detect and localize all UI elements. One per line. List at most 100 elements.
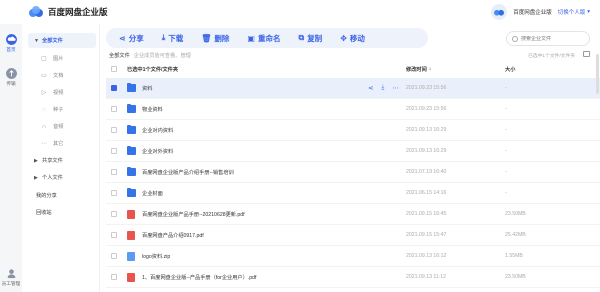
file-time: 2021.09.15 16:45 (406, 211, 447, 217)
sidebar-item-shared-files[interactable]: ▶ 共享文件 (28, 153, 96, 168)
row-checkbox[interactable] (111, 190, 117, 196)
title-bar: 百度网盘企业版 百度网盘企业版 切换个人版 ▾ (0, 0, 600, 24)
file-size: - (505, 85, 507, 91)
file-name[interactable]: 企业对内资料 (142, 127, 173, 134)
table-row[interactable]: 企业对内资料 2021.09.13 16:29 - (106, 120, 600, 141)
sidebar-item-videos[interactable]: ▷ 视频 (28, 85, 96, 100)
file-time: 2021.07.19 16:40 (406, 169, 447, 175)
row-checkbox[interactable] (111, 127, 117, 133)
move-button[interactable]: ✥ 移动 (340, 33, 365, 44)
file-time: 2021.09.15 15:47 (406, 232, 447, 238)
select-all-checkbox[interactable] (111, 66, 117, 72)
table-row[interactable]: 百度网盘企业版产品介绍手册--销售培训 2021.07.19 16:40 - (106, 162, 600, 183)
table-row[interactable]: 企业封面 2021.06.15 14:16 - (106, 183, 600, 204)
sidebar-item-label: 回收站 (36, 210, 52, 216)
breadcrumb: 全部文件 企业成员皆可查看、管理 (109, 52, 191, 59)
delete-label: 删除 (214, 33, 230, 43)
share-icon[interactable]: ⋖ (368, 84, 373, 92)
rename-button[interactable]: ▣ 重命名 (247, 33, 280, 44)
sidebar-item-label: 种子 (53, 107, 64, 113)
move-icon: ✥ (340, 33, 347, 43)
file-name[interactable]: 资料 (142, 85, 152, 92)
document-icon: ▭ (41, 73, 47, 79)
user-name: 百度网盘企业版 (513, 10, 552, 16)
rename-label: 重命名 (257, 33, 281, 43)
row-checkbox[interactable] (111, 148, 117, 154)
row-checkbox[interactable] (111, 169, 117, 175)
header-time[interactable]: 修改时间 ↓ (406, 66, 431, 73)
table-row[interactable]: 物业资料 2021.09.23 15:56 - (106, 99, 600, 120)
file-time: 2021.09.23 15:56 (406, 106, 447, 112)
file-name[interactable]: 企业封面 (142, 190, 163, 197)
staff-icon (6, 269, 16, 279)
zip-file-icon (127, 251, 135, 261)
file-name[interactable]: 企业对外资料 (142, 148, 173, 155)
row-checkbox[interactable] (111, 274, 117, 280)
file-size: 1.55MB (505, 253, 523, 259)
row-checkbox[interactable] (111, 232, 117, 238)
search-input[interactable] (521, 35, 587, 42)
table-row[interactable]: 资料 ⋖ ⤓ ⋯ 2021.09.23 15:56 - (106, 78, 600, 99)
table-row[interactable]: 企业对外资料 2021.09.13 16:29 - (106, 141, 600, 162)
sidebar-item-personal-files[interactable]: ▶ 个人文件 (28, 170, 96, 185)
transfer-icon (5, 68, 17, 79)
chevron-right-icon: ▶ (34, 157, 38, 164)
table-row[interactable]: 1、百度网盘企业版--产品手册（for企业用户）.pdf 2021.09.13 1… (106, 267, 600, 288)
scrollbar[interactable] (596, 54, 599, 94)
sidebar-item-recycle-bin[interactable]: 回收站 (28, 205, 96, 220)
share-icon: ⋖ (119, 33, 126, 43)
row-checkbox[interactable] (111, 211, 117, 217)
sidebar-item-docs[interactable]: ▭ 文档 (28, 68, 96, 83)
sidebar-item-audio[interactable]: ∩ 音频 (28, 119, 96, 134)
sidebar-item-my-share[interactable]: 我的分享 (28, 188, 96, 203)
download-button[interactable]: ⤓ 下载 (162, 33, 184, 44)
file-name[interactable]: 物业资料 (142, 106, 163, 113)
view-toggle-icon[interactable] (583, 51, 590, 57)
breadcrumb-current[interactable]: 全部文件 (109, 53, 130, 59)
sidebar-item-label: 个人文件 (42, 175, 63, 181)
sidebar-item-other[interactable]: ⋯ 其它 (28, 136, 96, 151)
search-icon (512, 35, 518, 42)
folder-icon (127, 125, 136, 134)
row-actions: ⋖ ⤓ ⋯ (368, 84, 399, 92)
download-icon[interactable]: ⤓ (381, 84, 384, 92)
file-name[interactable]: 1、百度网盘企业版--产品手册（for企业用户）.pdf (142, 274, 256, 281)
sidebar-item-torrents[interactable]: ◌ 种子 (28, 102, 96, 117)
file-name[interactable]: 百度网盘企业版产品手册--20210628更新.pdf (142, 211, 245, 218)
rail-item-home[interactable]: 首页 (0, 34, 22, 53)
table-row[interactable]: 百度网盘产品介绍0917.pdf 2021.09.15 15:47 25.42MB (106, 225, 600, 246)
file-name[interactable]: logo资料.zip (142, 253, 170, 260)
file-name[interactable]: 百度网盘产品介绍0917.pdf (142, 232, 204, 239)
sidebar-item-label: 音频 (53, 124, 64, 130)
rail-item-staff[interactable]: 员工管理 (0, 268, 22, 287)
sidebar-item-all-files[interactable]: ▼ 全部文件 (28, 33, 96, 48)
sidebar-item-label: 共享文件 (42, 158, 63, 164)
download-label: 下载 (168, 33, 184, 43)
avatar[interactable] (491, 4, 508, 20)
file-name[interactable]: 百度网盘企业版产品介绍手册--销售培训 (142, 169, 234, 176)
share-button[interactable]: ⋖ 分享 (119, 33, 144, 44)
table-row[interactable]: logo资料.zip 2021.09.13 16:12 1.55MB (106, 246, 600, 267)
delete-button[interactable]: 🗑︎ 删除 (201, 33, 229, 44)
folder-icon (127, 146, 136, 155)
search-box[interactable] (506, 31, 590, 46)
row-checkbox[interactable] (111, 253, 117, 259)
folder-icon (127, 104, 136, 113)
download-icon: ⤓ (161, 33, 166, 42)
row-checkbox[interactable] (111, 85, 117, 91)
table-row[interactable]: 百度网盘企业版产品手册--20210628更新.pdf 2021.09.15 16… (106, 204, 600, 225)
copy-button[interactable]: ⧉ 复制 (298, 33, 322, 44)
rail-item-transfer[interactable]: 传输 (0, 68, 22, 87)
folder-icon (127, 188, 136, 197)
more-icon[interactable]: ⋯ (392, 84, 399, 92)
file-size: 23.50MB (505, 211, 526, 217)
file-time: 2021.09.13 16:12 (406, 253, 447, 259)
file-time: 2021.09.13 11:12 (406, 274, 446, 280)
share-label: 分享 (128, 33, 144, 43)
sidebar-item-images[interactable]: ▢ 图片 (28, 51, 96, 66)
row-checkbox[interactable] (111, 106, 117, 112)
switch-personal-button[interactable]: 切换个人版 ▾ (558, 8, 590, 16)
app-title: 百度网盘企业版 (48, 7, 108, 17)
main-panel: ⋖分享 ⤓下载 🗑︎删除 ▣重命名 ⧉复制 ✥移动 全部文件企业成员皆可查看、管… (100, 24, 600, 292)
rail-label: 员工管理 (1, 281, 21, 286)
